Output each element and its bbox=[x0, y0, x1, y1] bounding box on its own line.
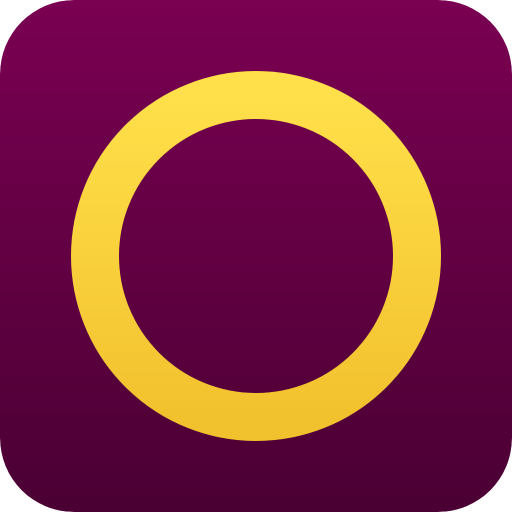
app-icon-tile bbox=[0, 0, 512, 512]
app-icon-graphic bbox=[0, 0, 512, 512]
